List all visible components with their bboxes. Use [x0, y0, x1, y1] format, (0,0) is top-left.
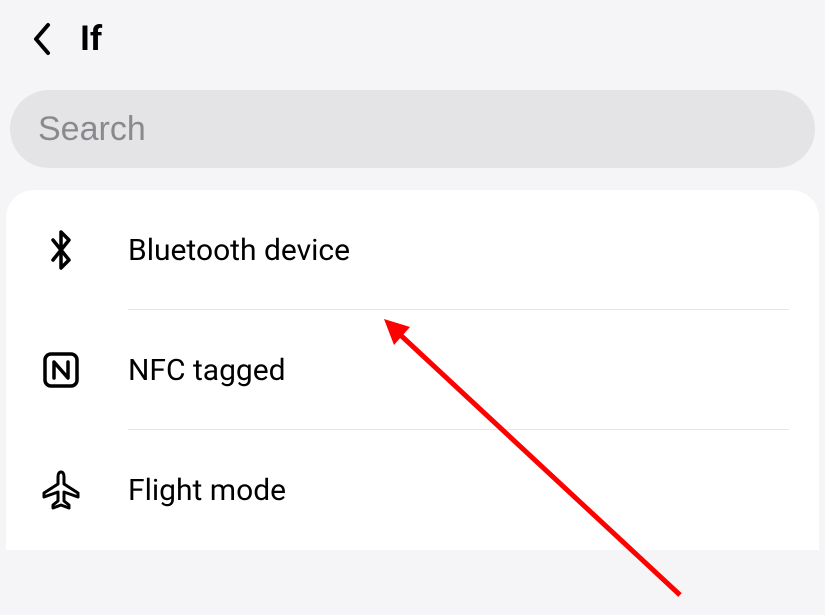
- airplane-icon: [36, 469, 86, 511]
- list-item-label: Bluetooth device: [128, 233, 350, 268]
- bluetooth-icon: [36, 228, 86, 272]
- nfc-icon: [36, 350, 86, 390]
- list-item-label: NFC tagged: [128, 353, 286, 388]
- list-item-nfc-tagged[interactable]: NFC tagged: [6, 310, 819, 430]
- back-button[interactable]: [20, 18, 62, 60]
- options-list: Bluetooth device NFC tagged Flight mode: [6, 190, 819, 550]
- page-title: If: [80, 19, 102, 59]
- search-input[interactable]: [10, 90, 815, 168]
- list-item-bluetooth-device[interactable]: Bluetooth device: [6, 190, 819, 310]
- header: If: [0, 0, 825, 90]
- chevron-left-icon: [30, 21, 52, 57]
- search-container: [0, 90, 825, 190]
- list-item-flight-mode[interactable]: Flight mode: [6, 430, 819, 550]
- list-item-label: Flight mode: [128, 473, 286, 508]
